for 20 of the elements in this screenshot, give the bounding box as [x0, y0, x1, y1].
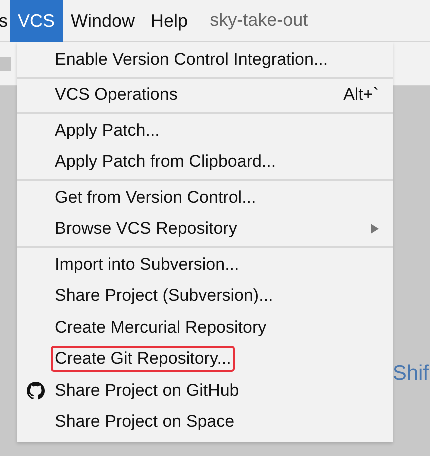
menu-item[interactable]: Enable Version Control Integration...	[17, 44, 393, 76]
menu-item[interactable]: Share Project on GitHub	[17, 375, 393, 406]
menu-item[interactable]: Apply Patch from Clipboard...	[17, 146, 393, 178]
menu-item[interactable]: Create Mercurial Repository	[17, 312, 393, 344]
toolbar-button[interactable]	[0, 56, 11, 70]
menu-item[interactable]: Apply Patch...	[17, 115, 393, 146]
menu-item[interactable]: Share Project on Space	[17, 406, 393, 438]
menu-item[interactable]: VCS Operations Alt+`	[17, 80, 393, 111]
menu-item[interactable]: Browse VCS Repository	[17, 214, 393, 245]
project-title: sky-take-out	[210, 10, 308, 31]
menu-bar-item[interactable]: Help	[143, 0, 196, 42]
menu-bar-item[interactable]: VCS	[10, 0, 64, 42]
hint-text: Shif	[392, 362, 429, 386]
menu-bar-item[interactable]: Window	[63, 0, 144, 42]
menu-item[interactable]: Create Git Repository...	[17, 344, 393, 375]
shortcut-text: Alt+`	[344, 85, 379, 106]
highlight-frame: Create Git Repository...	[51, 346, 236, 372]
menu-item[interactable]: Get from Version Control...	[17, 182, 393, 214]
menu-item[interactable]: Share Project (Subversion)...	[17, 280, 393, 312]
menu-item[interactable]: Import into Subversion...	[17, 249, 393, 280]
